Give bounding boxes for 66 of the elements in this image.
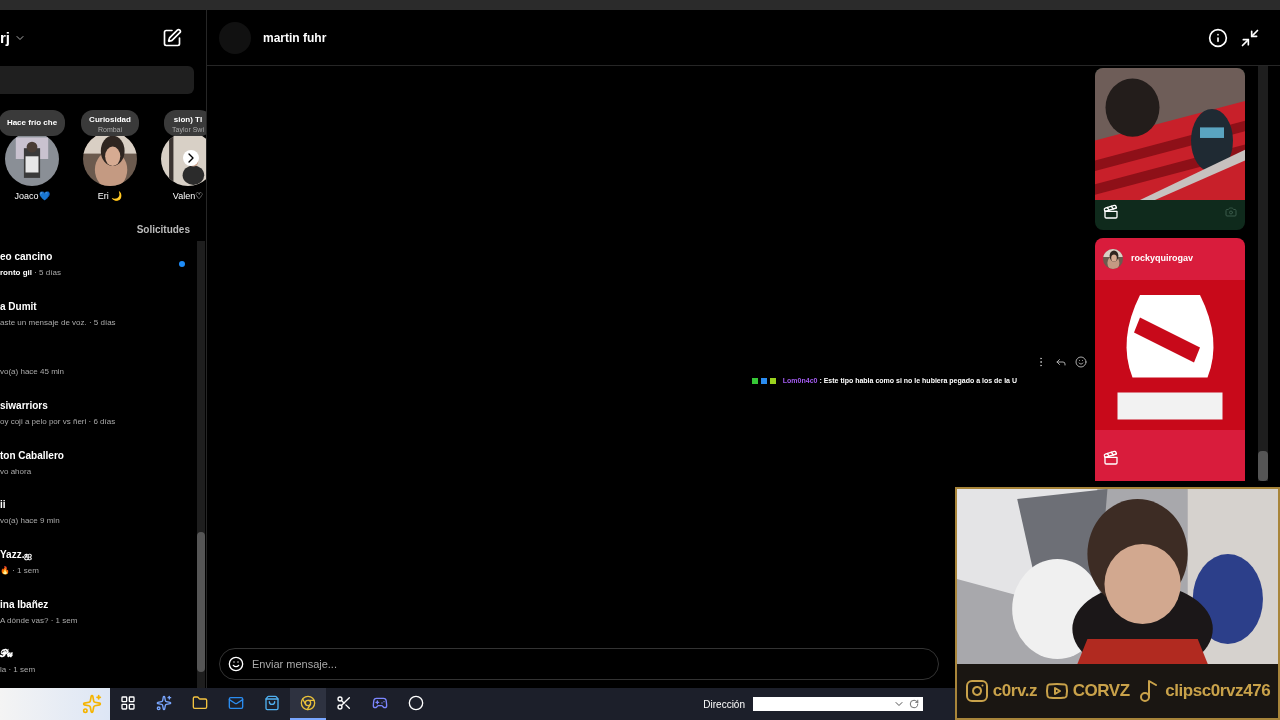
taskbar-app[interactable] (290, 688, 326, 720)
conversation-item[interactable]: Yazz.ஐ 🔥 · 1 sem (0, 539, 197, 589)
conversation-preview: 🔥 · 1 sem (0, 565, 40, 578)
scrollbar[interactable] (197, 241, 205, 688)
conversation-preview: A dónde vas? · 1 sem (0, 614, 79, 627)
conversation-name: a Dumit (0, 299, 38, 311)
conversation-preview: vo ahora (0, 465, 33, 478)
conversation-name: Yazz.ஐ (0, 548, 34, 560)
refresh-icon[interactable] (909, 699, 919, 709)
chrome-icon (300, 695, 316, 711)
search-field[interactable] (0, 66, 194, 94)
conversation-preview: ronto gil · 5 días (0, 267, 62, 279)
info-icon[interactable] (1208, 27, 1228, 48)
social-handle: clipsc0rvz476 (1165, 680, 1271, 703)
note-text: Hace frío che (6, 117, 58, 129)
note-text: Curiosidad (89, 113, 131, 126)
requests-link[interactable]: Solicitudes (136, 222, 190, 237)
conversation-item[interactable]: eo cancino ronto gil · 5 días (0, 241, 197, 291)
story-name: Valen♡ (172, 190, 204, 203)
shared-reel[interactable] (1095, 68, 1245, 230)
conversation-name: 𝓟𝓾 (0, 647, 14, 659)
conversation-item[interactable]: vo(a) hace 45 min (0, 340, 197, 390)
conversation-item[interactable]: a Dumit aste un mensaje de voz. · 5 días (0, 290, 197, 341)
compose-icon[interactable] (162, 28, 182, 48)
conversation-preview: oy coji a pelo por vs ñeri · 6 días (0, 416, 117, 428)
conversation-preview: aste un mensaje de voz. · 5 días (0, 316, 117, 329)
minimize-icon[interactable] (1240, 27, 1260, 48)
social-handle: c0rv.z (992, 680, 1038, 703)
story-name: Eri 🌙 (97, 190, 123, 203)
camera-icon (1225, 206, 1237, 218)
reel-icon (1103, 204, 1119, 220)
reel-icon (1103, 450, 1119, 466)
contact-name[interactable]: martin fuhr (263, 28, 327, 47)
conversation-name: siwarriors (0, 399, 49, 410)
conversation-item[interactable]: ina Ibañez A dónde vas? · 1 sem (0, 588, 197, 639)
gamepad-icon (372, 695, 388, 711)
message-placeholder: Enviar mensaje... (252, 656, 337, 672)
instagram-icon (964, 679, 989, 703)
mail-icon (228, 695, 244, 711)
address-field[interactable] (753, 697, 923, 711)
sparkle-icon (156, 695, 172, 711)
conversation-item[interactable]: siwarriors oy coji a pelo por vs ñeri · 6 días (0, 390, 197, 440)
store-icon (264, 695, 280, 711)
conversation-name: ii (0, 498, 7, 510)
conversation-name: ton Caballero (0, 448, 65, 460)
folder-icon (192, 695, 208, 711)
post-author[interactable]: rockyquirogav (1131, 252, 1194, 266)
shared-post[interactable]: rockyquirogav (1095, 238, 1245, 481)
scrollbar[interactable] (1257, 66, 1268, 481)
task-view-icon (120, 695, 136, 711)
address-label: Dirección (703, 697, 745, 712)
conversation-item[interactable]: ii vo(a) hace 9 min (0, 489, 197, 540)
conversation-item[interactable]: ton Caballero vo ahora (0, 439, 197, 490)
note-text: sion) Tl (173, 113, 203, 126)
circle-icon (408, 695, 424, 711)
conversation-preview: vo(a) hace 45 min (0, 366, 66, 379)
scissors-icon (336, 695, 352, 711)
conversation-name: ina Ibañez (0, 597, 50, 609)
conversation-preview: vo(a) hace 9 min (0, 515, 61, 528)
reply-icon[interactable] (1055, 356, 1067, 368)
social-handle: CORVZ (1072, 680, 1130, 703)
conversation-name: eo cancino (0, 250, 54, 261)
conversation-item[interactable]: 𝓟𝓾 la · 1 sem (0, 638, 197, 689)
story-name: Joaco💙 (14, 190, 50, 203)
account-name[interactable]: rj (0, 26, 10, 50)
conversation-preview: la · 1 sem (0, 664, 37, 677)
